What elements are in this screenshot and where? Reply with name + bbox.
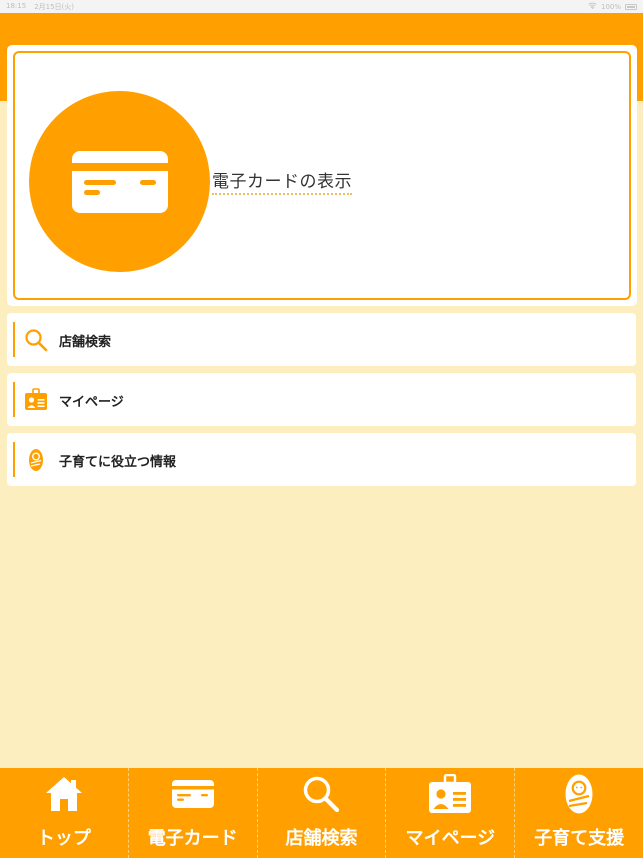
credit-card-icon — [171, 774, 215, 814]
menu-item-mypage[interactable]: マイページ — [7, 373, 636, 426]
home-icon — [44, 774, 84, 814]
tab-e-card[interactable]: 電子カード — [127, 768, 257, 858]
battery-icon — [625, 3, 637, 10]
tab-label: 子育て支援 — [534, 828, 625, 849]
tab-label: トップ — [36, 828, 91, 849]
tab-label: 電子カード — [147, 828, 238, 849]
menu-accent-bar — [13, 322, 15, 357]
battery-percent: 100% — [600, 2, 621, 11]
tab-childcare-support[interactable]: 子育て支援 — [514, 768, 643, 858]
menu-item-childcare-info[interactable]: 子育てに役立つ情報 — [7, 433, 636, 486]
menu-accent-bar — [13, 382, 15, 417]
menu-item-store-search[interactable]: 店舗検索 — [7, 313, 636, 366]
id-card-icon — [23, 387, 49, 413]
e-card-label: 電子カードの表示 — [212, 167, 352, 195]
id-card-icon — [428, 774, 472, 814]
search-icon — [23, 327, 49, 353]
menu-item-label: 店舗検索 — [59, 335, 112, 350]
menu-item-label: 子育てに役立つ情報 — [59, 455, 177, 470]
status-time: 18:15 — [6, 1, 27, 10]
tab-label: 店舗検索 — [285, 828, 358, 849]
status-date: 2月15日(火) — [34, 2, 75, 11]
baby-icon — [23, 447, 49, 473]
tab-label: マイページ — [405, 828, 496, 849]
menu-item-label: マイページ — [59, 395, 124, 410]
credit-card-icon — [29, 91, 210, 272]
app-screen: 18:15 2月15日(火) 100% 電子カードの表示 店舗検索 マイページ … — [0, 0, 643, 858]
tab-store-search[interactable]: 店舗検索 — [256, 768, 386, 858]
menu-accent-bar — [13, 442, 15, 477]
tab-mypage[interactable]: マイページ — [385, 768, 514, 858]
hero-frame: 電子カードの表示 — [13, 51, 631, 300]
search-icon — [301, 774, 341, 814]
e-card-display-button[interactable]: 電子カードの表示 — [7, 45, 637, 306]
baby-icon — [563, 774, 595, 814]
status-bar: 18:15 2月15日(火) 100% — [0, 0, 643, 13]
wifi-icon — [588, 2, 597, 11]
bottom-tab-bar: トップ 電子カード 店舗検索 マイページ 子育て支援 — [0, 768, 643, 858]
tab-top[interactable]: トップ — [0, 768, 128, 858]
